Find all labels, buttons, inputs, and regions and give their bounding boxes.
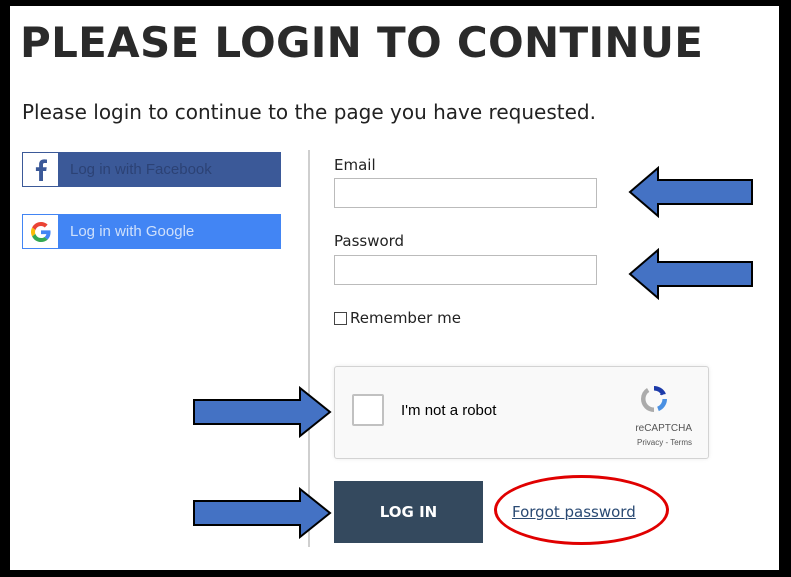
facebook-login-button[interactable]: Log in with Facebook [22, 152, 281, 187]
facebook-icon [23, 153, 58, 186]
google-login-button[interactable]: Log in with Google [22, 214, 281, 249]
remember-me-checkbox[interactable] [334, 311, 347, 325]
recaptcha-checkbox[interactable] [352, 394, 384, 426]
annotation-arrow-password [628, 248, 753, 300]
annotation-circle [494, 475, 669, 545]
page-subtitle: Please login to continue to the page you… [22, 100, 596, 124]
frame-border-top [0, 0, 791, 6]
email-field[interactable] [334, 178, 597, 208]
annotation-arrow-email [628, 166, 753, 218]
annotation-arrow-login [193, 487, 332, 539]
password-label: Password [334, 232, 405, 250]
email-label: Email [334, 156, 376, 174]
page-title: PLEASE LOGIN TO CONTINUE [20, 18, 704, 67]
recaptcha-logo-icon [640, 386, 667, 412]
google-login-label: Log in with Google [70, 223, 195, 240]
facebook-login-label: Log in with Facebook [70, 161, 212, 178]
remember-me-label: Remember me [350, 309, 461, 327]
recaptcha-widget: I'm not a robot reCAPTCHA Privacy - Term… [334, 366, 709, 459]
remember-me[interactable]: Remember me [334, 309, 461, 327]
annotation-arrow-captcha [193, 386, 332, 438]
google-icon [23, 215, 58, 248]
login-button[interactable]: LOG IN [334, 481, 483, 543]
recaptcha-label: I'm not a robot [401, 402, 497, 419]
frame-border-right [779, 0, 791, 577]
frame-border-bottom [0, 570, 791, 577]
recaptcha-brand: reCAPTCHA [635, 423, 692, 434]
password-field[interactable] [334, 255, 597, 285]
frame-border-left [0, 0, 10, 577]
recaptcha-privacy-terms[interactable]: Privacy - Terms [637, 438, 692, 447]
